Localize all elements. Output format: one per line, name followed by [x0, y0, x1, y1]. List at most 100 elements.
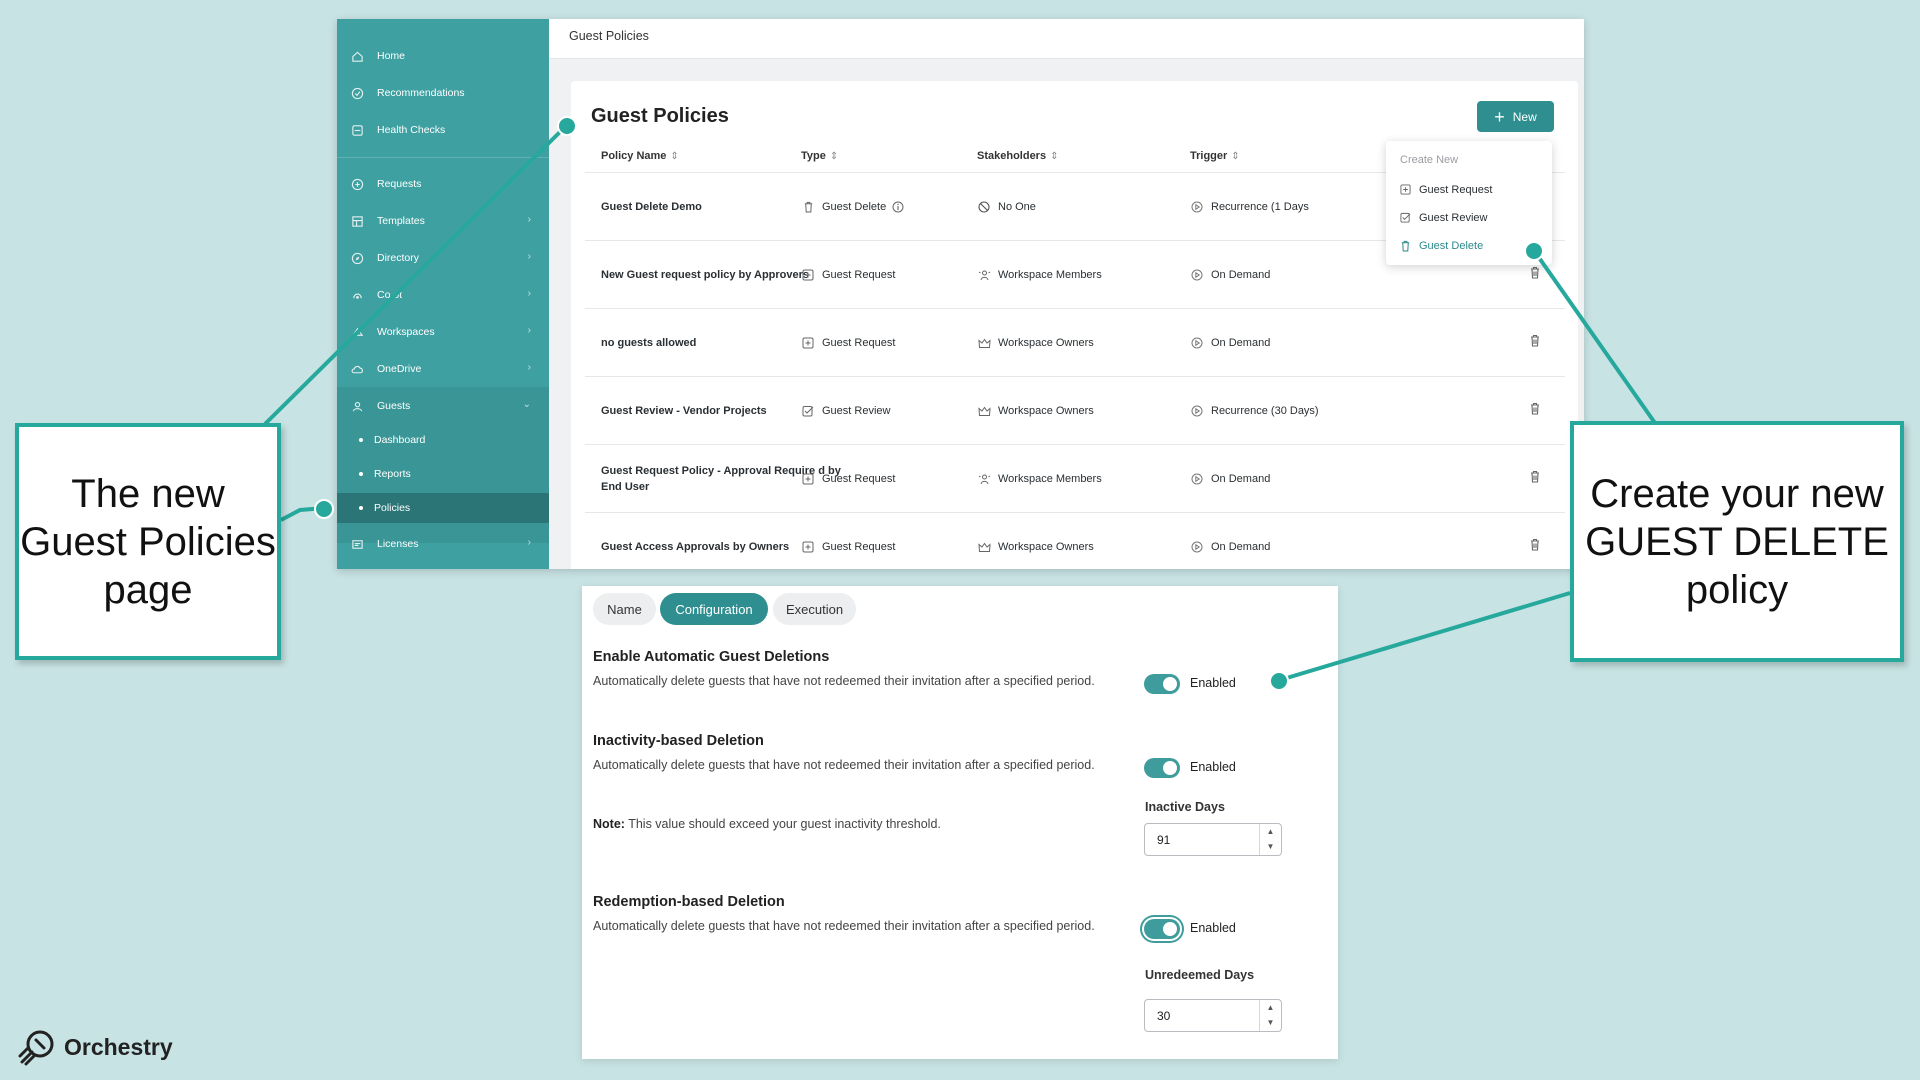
sidebar-item-label: Requests	[377, 178, 422, 190]
callout-guest-policies-page: The new Guest Policies page	[15, 423, 281, 660]
chevron-down-icon: ⌄	[522, 399, 531, 410]
sidebar-item-health-checks[interactable]: Health Checks	[337, 113, 549, 147]
sidebar-item-templates[interactable]: Templates ›	[337, 204, 549, 238]
sidebar-item-label: OneDrive	[377, 363, 422, 375]
play-circle-icon	[1190, 200, 1204, 214]
unredeemed-days-label: Unredeemed Days	[1145, 968, 1255, 982]
app-window: Home Recommendations Health Checks Reque…	[337, 19, 1584, 569]
chevron-down-icon[interactable]: ▼	[1260, 839, 1281, 854]
play-circle-icon	[1190, 268, 1204, 282]
stakeholders-label: Workspace Owners	[998, 405, 1094, 417]
sidebar-item-guests[interactable]: Guests ⌄	[337, 389, 549, 423]
policy-type: Guest Request	[801, 445, 895, 513]
sidebar-subitem-policies[interactable]: Policies	[337, 493, 549, 523]
sidebar-subitem-dashboard[interactable]: Dashboard	[337, 425, 549, 455]
menu-item-guest-review[interactable]: Guest Review	[1386, 204, 1552, 232]
inactivity-deletion-toggle[interactable]	[1144, 758, 1180, 778]
chevron-right-icon: ›	[527, 362, 531, 373]
info-icon[interactable]	[892, 201, 904, 213]
chevron-up-icon[interactable]: ▲	[1260, 1000, 1281, 1015]
sort-icon: ⇕	[1231, 151, 1240, 162]
number-stepper[interactable]: ▲ ▼	[1259, 1000, 1281, 1031]
policy-stakeholders: Workspace Members	[977, 445, 1102, 513]
sidebar-item-onedrive[interactable]: OneDrive ›	[337, 352, 549, 386]
number-stepper[interactable]: ▲ ▼	[1259, 824, 1281, 855]
table-row[interactable]: Guest Review - Vendor Projects Guest Rev…	[585, 377, 1565, 445]
column-header-type[interactable]: Type ⇕	[801, 150, 838, 162]
create-new-menu: Create New Guest Request Guest Review Gu…	[1386, 141, 1552, 265]
chevron-right-icon: ›	[527, 251, 531, 262]
plus-square-icon	[801, 540, 815, 554]
unredeemed-days-input[interactable]: 30 ▲ ▼	[1144, 999, 1282, 1032]
table-row[interactable]: Guest Access Approvals by Owners Guest R…	[585, 513, 1565, 569]
crown-icon	[977, 540, 991, 554]
new-button-label: New	[1512, 109, 1537, 124]
policy-trigger: On Demand	[1190, 513, 1270, 569]
policy-trigger: Recurrence (30 Days)	[1190, 377, 1319, 445]
delete-row-icon[interactable]	[1529, 334, 1545, 350]
table-row[interactable]: Guest Request Policy - Approval Require …	[585, 445, 1565, 513]
column-header-policy-name[interactable]: Policy Name ⇕	[601, 150, 679, 162]
sidebar-item-recommendations[interactable]: Recommendations	[337, 76, 549, 110]
copilot-icon	[349, 287, 365, 303]
auto-deletion-toggle[interactable]	[1144, 674, 1180, 694]
new-button[interactable]: + New	[1477, 101, 1554, 132]
chevron-down-icon[interactable]: ▼	[1260, 1015, 1281, 1030]
trigger-label: On Demand	[1211, 269, 1271, 281]
templates-icon	[349, 213, 365, 229]
policy-type: Guest Request	[801, 513, 895, 569]
review-icon	[801, 404, 815, 418]
sidebar: Home Recommendations Health Checks Reque…	[337, 19, 549, 569]
members-icon	[977, 268, 991, 282]
cloud-icon	[349, 361, 365, 377]
chevron-up-icon[interactable]: ▲	[1260, 824, 1281, 839]
compass-icon	[349, 250, 365, 266]
sidebar-item-workspaces[interactable]: Workspaces ›	[337, 315, 549, 349]
health-check-icon	[349, 122, 365, 138]
delete-row-icon[interactable]	[1529, 266, 1545, 282]
check-circle-icon	[349, 85, 365, 101]
policy-type-label: Guest Request	[822, 473, 896, 485]
inactive-days-input[interactable]: 91 ▲ ▼	[1144, 823, 1282, 856]
callout-create-guest-delete: Create your new GUEST DELETE policy	[1570, 421, 1904, 662]
policy-trigger: On Demand	[1190, 445, 1270, 513]
delete-row-icon[interactable]	[1529, 538, 1545, 554]
toggle-label: Enabled	[1190, 676, 1236, 690]
sidebar-subitem-label: Policies	[374, 502, 411, 514]
tab-name[interactable]: Name	[593, 593, 656, 625]
column-header-stakeholders[interactable]: Stakeholders ⇕	[977, 150, 1058, 162]
policy-type-label: Guest Delete	[822, 201, 887, 213]
sidebar-subitem-reports[interactable]: Reports	[337, 459, 549, 489]
column-header-trigger[interactable]: Trigger ⇕	[1190, 150, 1240, 162]
sort-icon: ⇕	[670, 151, 679, 162]
sidebar-item-label: Guests	[377, 400, 411, 412]
sidebar-item-licenses[interactable]: Licenses ›	[337, 527, 549, 561]
inactive-days-label: Inactive Days	[1145, 800, 1225, 814]
crown-icon	[977, 404, 991, 418]
delete-row-icon[interactable]	[1529, 470, 1545, 486]
menu-item-guest-delete[interactable]: Guest Delete	[1386, 232, 1552, 260]
sidebar-item-home[interactable]: Home	[337, 39, 549, 73]
sidebar-item-requests[interactable]: Requests	[337, 167, 549, 201]
tab-execution[interactable]: Execution	[773, 593, 856, 625]
toggle-label: Enabled	[1190, 760, 1236, 774]
bullet-icon	[359, 506, 363, 510]
table-row[interactable]: no guests allowed Guest Request Workspac…	[585, 309, 1565, 377]
sidebar-item-label: Home	[377, 50, 406, 62]
bullet-icon	[359, 438, 363, 442]
auto-deletion-title: Enable Automatic Guest Deletions	[593, 649, 830, 665]
tab-configuration[interactable]: Configuration	[660, 593, 768, 625]
sidebar-item-label: Recommendations	[377, 87, 465, 99]
nav-divider	[337, 157, 549, 158]
stakeholders-label: Workspace Owners	[998, 541, 1094, 553]
sidebar-item-copilot[interactable]: Co ot ›	[337, 278, 549, 312]
redemption-deletion-toggle[interactable]	[1144, 919, 1180, 939]
plus-square-icon	[801, 472, 815, 486]
policy-type: Guest Review	[801, 377, 890, 445]
sidebar-item-directory[interactable]: Directory ›	[337, 241, 549, 275]
inactivity-note: Note: This value should exceed your gues…	[593, 817, 941, 831]
trigger-label: On Demand	[1211, 541, 1271, 553]
delete-row-icon[interactable]	[1529, 402, 1545, 418]
play-circle-icon	[1190, 336, 1204, 350]
menu-item-guest-request[interactable]: Guest Request	[1386, 176, 1552, 204]
